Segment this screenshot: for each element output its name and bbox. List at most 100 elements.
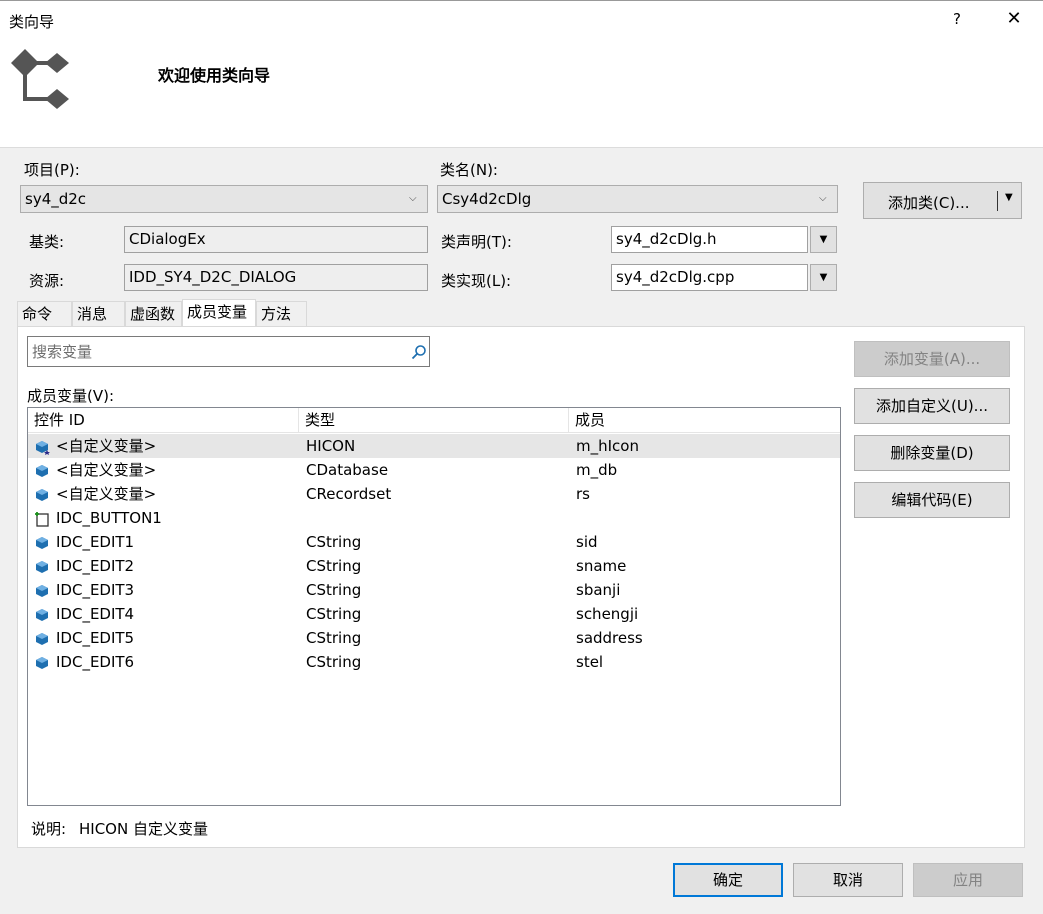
variable-icon xyxy=(36,489,48,501)
wizard-banner: 欢迎使用类向导 xyxy=(0,38,1043,148)
help-button[interactable]: ? xyxy=(945,7,969,31)
list-item[interactable]: IDC_BUTTON1 xyxy=(28,506,840,530)
project-value: sy4_d2c xyxy=(25,190,87,208)
list-item[interactable]: IDC_EDIT4 CString schengji xyxy=(28,602,840,626)
tab-commands[interactable]: 命令 xyxy=(17,301,72,326)
impl-dropdown-button[interactable]: ▼ xyxy=(810,264,837,291)
decl-label: 类声明(T): xyxy=(441,233,512,251)
resource-field: IDD_SY4_D2C_DIALOG xyxy=(124,264,428,291)
project-label: 项目(P): xyxy=(24,161,80,179)
list-item[interactable]: IDC_EDIT6 CString stel xyxy=(28,650,840,674)
add-class-button[interactable]: 添加类(C)... ▼ xyxy=(863,182,1022,219)
title-bar: 类向导 ? ✕ xyxy=(0,0,1043,38)
tab-methods[interactable]: 方法 xyxy=(256,301,307,326)
cell-member: m_hIcon xyxy=(576,437,639,455)
list-item[interactable]: IDC_EDIT2 CString sname xyxy=(28,554,840,578)
cell-member: schengji xyxy=(576,605,639,623)
cell-control-id: <自定义变量> xyxy=(56,461,157,479)
cell-type: CString xyxy=(306,629,362,647)
add-class-label: 添加类(C)... xyxy=(888,194,970,212)
search-input[interactable] xyxy=(28,337,408,366)
classname-combo[interactable]: Csy4d2cDlg ⌵ xyxy=(437,185,838,213)
chevron-down-icon: ⌵ xyxy=(819,193,827,204)
cell-control-id: IDC_EDIT3 xyxy=(56,581,135,599)
chevron-down-icon: ⌵ xyxy=(409,193,417,204)
column-header-type[interactable]: 类型 xyxy=(299,408,569,433)
column-header-member[interactable]: 成员 xyxy=(569,408,840,433)
cell-control-id: <自定义变量> xyxy=(56,437,157,455)
variable-icon xyxy=(36,537,48,549)
members-label: 成员变量(V): xyxy=(27,387,115,405)
cell-control-id: IDC_EDIT6 xyxy=(56,653,135,671)
cell-control-id: IDC_EDIT2 xyxy=(56,557,135,575)
delete-variable-button[interactable]: 删除变量(D) xyxy=(854,435,1010,471)
cell-member: sbanji xyxy=(576,581,621,599)
cell-member: stel xyxy=(576,653,604,671)
decl-field[interactable]: sy4_d2cDlg.h xyxy=(611,226,808,253)
search-icon[interactable] xyxy=(411,344,427,360)
tab-member-variables[interactable]: 成员变量 xyxy=(182,299,256,326)
ok-button[interactable]: 确定 xyxy=(673,863,783,897)
cell-type: CString xyxy=(306,581,362,599)
tab-messages[interactable]: 消息 xyxy=(72,301,125,326)
decl-dropdown-button[interactable]: ▼ xyxy=(810,226,837,253)
classname-label: 类名(N): xyxy=(440,161,498,179)
cell-type: CString xyxy=(306,605,362,623)
cell-type: CDatabase xyxy=(306,461,389,479)
cell-type: CString xyxy=(306,533,362,551)
add-variable-button[interactable]: 添加变量(A)... xyxy=(854,341,1010,377)
project-combo[interactable]: sy4_d2c ⌵ xyxy=(20,185,428,213)
variable-icon xyxy=(36,465,48,477)
split-divider xyxy=(997,191,998,211)
description-label: 说明: xyxy=(31,820,67,838)
class-wizard-icon xyxy=(11,49,69,109)
cell-member: sname xyxy=(576,557,627,575)
cell-type: CString xyxy=(306,653,362,671)
list-header: 控件 ID 类型 成员 xyxy=(28,408,840,433)
apply-button[interactable]: 应用 xyxy=(913,863,1023,897)
base-label: 基类: xyxy=(29,233,65,251)
cell-control-id: IDC_BUTTON1 xyxy=(56,509,162,527)
list-item[interactable]: IDC_EDIT3 CString sbanji xyxy=(28,578,840,602)
variable-icon xyxy=(36,609,48,621)
cell-control-id: <自定义变量> xyxy=(56,485,157,503)
tab-virtual-functions[interactable]: 虚函数 xyxy=(125,301,182,326)
banner-title: 欢迎使用类向导 xyxy=(158,66,271,85)
add-custom-button[interactable]: 添加自定义(U)... xyxy=(854,388,1010,424)
chevron-down-icon[interactable]: ▼ xyxy=(1005,192,1013,203)
chevron-down-icon: ▼ xyxy=(819,272,828,283)
variable-icon xyxy=(36,585,48,597)
variable-icon xyxy=(36,657,48,669)
variable-icon xyxy=(36,561,48,573)
cell-control-id: IDC_EDIT4 xyxy=(56,605,135,623)
window-title: 类向导 xyxy=(9,13,55,31)
cell-member: saddress xyxy=(576,629,643,647)
cell-type: CRecordset xyxy=(306,485,392,503)
list-item[interactable]: <自定义变量> CRecordset rs xyxy=(28,482,840,506)
impl-field[interactable]: sy4_d2cDlg.cpp xyxy=(611,264,808,291)
cell-member: rs xyxy=(576,485,590,503)
chevron-down-icon: ▼ xyxy=(819,234,828,245)
cell-member: m_db xyxy=(576,461,618,479)
cell-control-id: IDC_EDIT1 xyxy=(56,533,135,551)
cell-control-id: IDC_EDIT5 xyxy=(56,629,135,647)
list-item[interactable]: IDC_EDIT5 CString saddress xyxy=(28,626,840,650)
column-header-control-id[interactable]: 控件 ID xyxy=(28,408,299,433)
impl-label: 类实现(L): xyxy=(441,272,512,290)
button-control-icon xyxy=(35,512,49,527)
list-item[interactable]: <自定义变量> CDatabase m_db xyxy=(28,458,840,482)
variable-icon xyxy=(36,633,48,645)
cancel-button[interactable]: 取消 xyxy=(793,863,903,897)
list-item[interactable]: <自定义变量> HICON m_hIcon xyxy=(28,434,840,458)
member-list[interactable]: 控件 ID 类型 成员 <自定义变量> HICON m_hIcon <自定义变量> CD… xyxy=(27,407,841,806)
base-class-field: CDialogEx xyxy=(124,226,428,253)
description-text: HICON 自定义变量 xyxy=(79,820,208,838)
edit-code-button[interactable]: 编辑代码(E) xyxy=(854,482,1010,518)
close-button[interactable]: ✕ xyxy=(1000,7,1028,31)
cell-type: HICON xyxy=(306,437,356,455)
list-item[interactable]: IDC_EDIT1 CString sid xyxy=(28,530,840,554)
search-box[interactable] xyxy=(27,336,430,367)
cell-type: CString xyxy=(306,557,362,575)
cell-member: sid xyxy=(576,533,598,551)
custom-variable-icon xyxy=(36,441,50,455)
